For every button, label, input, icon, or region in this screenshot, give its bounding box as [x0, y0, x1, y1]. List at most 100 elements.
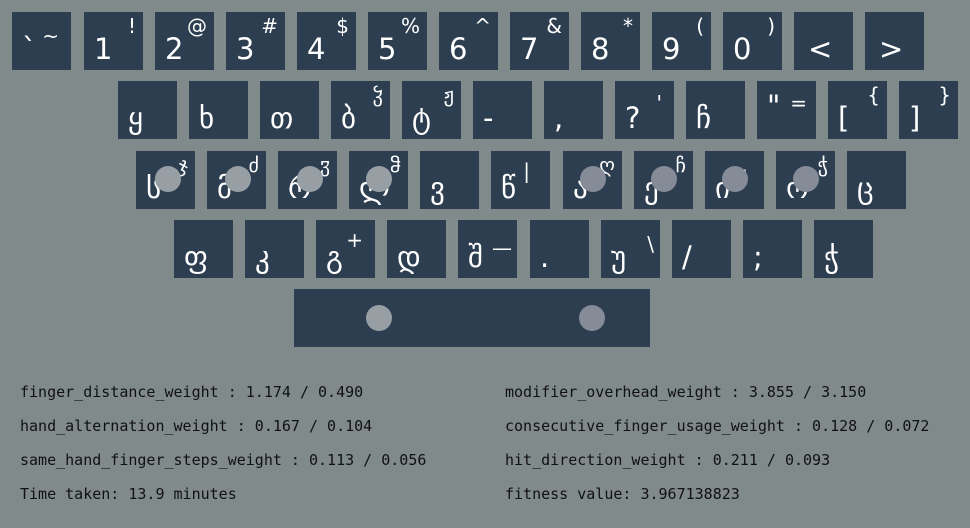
key: ხ	[189, 81, 248, 139]
key-main: წ	[501, 171, 517, 205]
key-main: 1	[94, 32, 113, 66]
key: 9(	[652, 12, 711, 70]
key: კ	[245, 220, 304, 278]
key-main: 5	[378, 32, 397, 66]
key-main: -	[483, 101, 494, 135]
key-shift: |	[523, 159, 530, 183]
key-main: ჩ	[696, 101, 712, 135]
key-shift: ჯ	[178, 153, 188, 177]
stat-modifier-overhead: modifier_overhead_weight : 3.855 / 3.150	[505, 383, 867, 401]
key: ლჵ	[349, 151, 408, 209]
key-shift: %	[400, 14, 420, 38]
key-main: "	[767, 89, 781, 123]
key: თ	[260, 81, 319, 139]
key: 1!	[84, 12, 143, 70]
key: ,	[544, 81, 603, 139]
key: რჳ	[278, 151, 337, 209]
key-main: ;	[753, 240, 763, 274]
key-main: თ	[270, 101, 294, 135]
finger-home-marker	[722, 166, 748, 192]
key: ჩ	[686, 81, 745, 139]
space-key	[294, 289, 650, 347]
stat-hand-alternation: hand_alternation_weight : 0.167 / 0.104	[20, 417, 373, 435]
key-main: ,	[554, 101, 564, 135]
finger-home-marker	[651, 166, 677, 192]
key: ც	[847, 151, 906, 209]
key-main: >	[879, 32, 904, 66]
finger-home-marker	[155, 166, 181, 192]
key: ]}	[899, 81, 958, 139]
key-main: /	[682, 240, 692, 274]
key: ბჴ	[331, 81, 390, 139]
key: ტჟ	[402, 81, 461, 139]
key-main: <	[808, 32, 833, 66]
finger-home-marker	[580, 166, 606, 192]
key-shift: )	[767, 14, 775, 38]
key-shift: =	[790, 91, 807, 115]
key-main: [	[838, 101, 850, 135]
key-main: 4	[307, 32, 326, 66]
key: ? '	[615, 81, 674, 139]
key-main: ბ	[341, 101, 357, 135]
key-shift: $	[336, 14, 349, 38]
key-main: ვ	[430, 171, 445, 205]
key-shift: '	[656, 91, 663, 115]
key-shift: ~	[42, 24, 59, 48]
stat-fitness: fitness value: 3.967138823	[505, 485, 740, 503]
key-main: კ	[255, 240, 270, 274]
key: /	[672, 220, 731, 278]
key-shift: ძ	[248, 153, 259, 177]
key: ფ	[174, 220, 233, 278]
stat-hit-direction: hit_direction_weight : 0.211 / 0.093	[505, 451, 831, 469]
key-main: დ	[397, 240, 421, 274]
key-main: `	[22, 32, 37, 66]
key-main: გ	[326, 240, 343, 274]
key: გ +	[316, 220, 375, 278]
key-shift: ჩ	[675, 153, 686, 177]
key-main: 7	[520, 32, 539, 66]
key-shift: !	[127, 14, 136, 38]
key-main: ?	[625, 101, 641, 135]
key: 8 *	[581, 12, 640, 70]
key: ყ	[118, 81, 177, 139]
key-main: შ	[468, 240, 484, 274]
key-main: ფ	[184, 240, 208, 274]
key-shift: (	[696, 14, 704, 38]
key-shift: ჵ	[389, 153, 401, 177]
key: <	[794, 12, 853, 70]
key: 4 $	[297, 12, 356, 70]
key: სჯ	[136, 151, 195, 209]
key-main: უ	[611, 240, 627, 274]
key: >	[865, 12, 924, 70]
stat-time: Time taken: 13.9 minutes	[20, 485, 237, 503]
key-shift: @	[187, 14, 207, 38]
key: ` ~	[12, 12, 71, 70]
key: ეჩ	[634, 151, 693, 209]
key-shift: {	[867, 83, 880, 107]
finger-home-marker	[579, 305, 605, 331]
key-main: ც	[857, 171, 874, 205]
key-shift: —	[492, 236, 512, 260]
key-main: 9	[662, 32, 681, 66]
key: " =	[757, 81, 816, 139]
key: 0)	[723, 12, 782, 70]
key: აღ	[563, 151, 622, 209]
key: მძ	[207, 151, 266, 209]
key-shift: #	[261, 14, 278, 38]
key: შ —	[458, 220, 517, 278]
key-main: ყ	[128, 101, 144, 135]
key: 6 ^	[439, 12, 498, 70]
key-shift: ჴ	[372, 83, 383, 107]
finger-home-marker	[366, 166, 392, 192]
finger-home-marker	[366, 305, 392, 331]
key-shift: &	[546, 14, 562, 38]
key-shift: \	[647, 232, 654, 256]
stat-consecutive-finger: consecutive_finger_usage_weight : 0.128 …	[505, 417, 930, 435]
key-shift: *	[623, 14, 633, 38]
key: ;	[743, 220, 802, 278]
key-main: ხ	[199, 101, 215, 135]
key-shift: ჭ	[817, 153, 828, 177]
key-main: .	[540, 240, 550, 274]
key: -	[473, 81, 532, 139]
finger-home-marker	[297, 166, 323, 192]
